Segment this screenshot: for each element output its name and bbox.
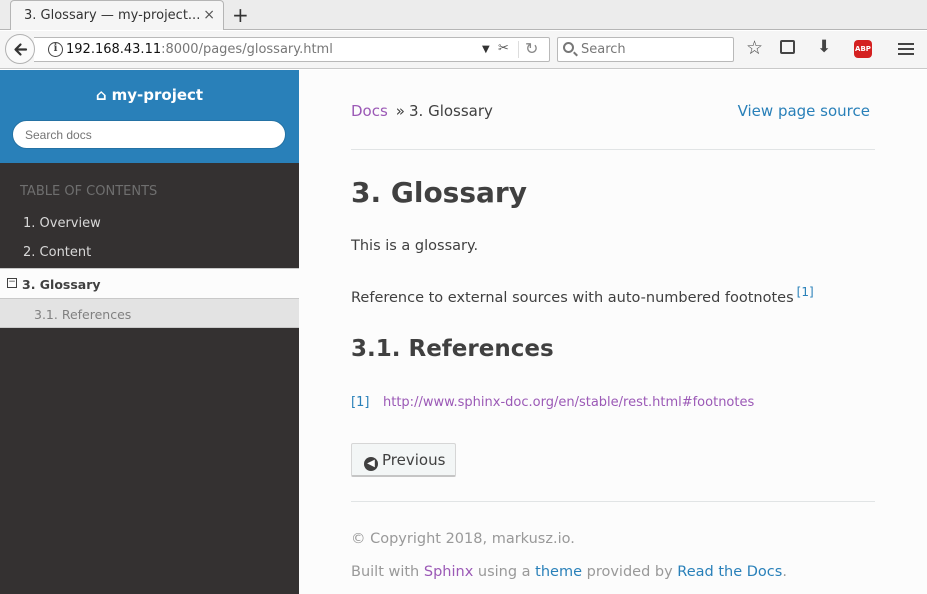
search-placeholder: Search: [581, 42, 626, 57]
info-icon[interactable]: i: [48, 42, 63, 57]
new-tab-button[interactable]: +: [232, 3, 249, 27]
search-docs-input[interactable]: [12, 120, 286, 149]
back-button[interactable]: [5, 34, 35, 64]
search-icon: [563, 42, 574, 53]
breadcrumb-current: 3. Glossary: [408, 102, 493, 120]
breadcrumb-docs-link[interactable]: Docs: [351, 102, 388, 120]
divider: [518, 41, 519, 58]
divider: [351, 501, 875, 502]
project-name: my-project: [111, 86, 204, 104]
sidebar-item-glossary[interactable]: − 3. Glossary: [0, 268, 299, 298]
footnote-number-link[interactable]: [1]: [351, 395, 369, 410]
library-icon[interactable]: [780, 40, 795, 54]
footer-text: .: [782, 564, 787, 580]
chevron-down-icon[interactable]: ▼: [482, 44, 490, 55]
url-path: :8000/pages/glossary.html: [161, 42, 333, 57]
footnote-reference-link[interactable]: [1]: [797, 285, 814, 299]
footer-text: using a: [477, 564, 531, 580]
navigation-toolbar: 192.168.43.11:8000/pages/glossary.html i…: [0, 31, 927, 69]
browser-search-input[interactable]: Search: [557, 37, 734, 62]
view-source-link[interactable]: View page source: [738, 102, 870, 120]
breadcrumb: Docs » 3. Glossary: [351, 102, 493, 120]
footnote-url-link[interactable]: http://www.sphinx-doc.org/en/stable/rest…: [383, 395, 754, 410]
section-title: 3.1. References: [351, 336, 554, 362]
page-title: 3. Glossary: [351, 176, 527, 209]
url-text[interactable]: 192.168.43.11:8000/pages/glossary.html: [66, 42, 333, 57]
previous-label: Previous: [382, 451, 446, 469]
close-icon[interactable]: ×: [203, 7, 215, 23]
sidebar-header: ⌂ my-project: [0, 70, 299, 163]
previous-button[interactable]: ◀ Previous: [351, 443, 456, 477]
main-content: Docs» 3. Glossary View page source 3. Glo…: [299, 70, 927, 594]
arrow-circle-left-icon: ◀: [364, 457, 378, 471]
paragraph: Reference to external sources with auto-…: [351, 285, 814, 306]
sidebar: ⌂my-project TABLE OF CONTENTS 1. Overvie…: [0, 70, 299, 594]
url-host: 192.168.43.11: [66, 42, 162, 57]
project-home-link[interactable]: ⌂ my-project: [0, 86, 299, 104]
sidebar-item-label: 3. Glossary: [22, 277, 101, 292]
footer-text: provided by: [586, 564, 673, 580]
home-icon: ⌂: [95, 86, 107, 104]
adblock-icon[interactable]: ABP: [854, 40, 872, 58]
divider: [351, 149, 875, 150]
menu-icon[interactable]: [898, 43, 914, 58]
footer-text: Built with: [351, 564, 420, 580]
browser-tab[interactable]: 3. Glossary — my-project... ×: [10, 0, 224, 30]
download-icon[interactable]: ⬇: [817, 37, 831, 57]
sidebar-item-overview[interactable]: 1. Overview: [23, 216, 101, 231]
toc-caption: TABLE OF CONTENTS: [20, 184, 158, 199]
bookmark-star-icon[interactable]: ☆: [746, 37, 763, 59]
sidebar-item-references[interactable]: 3.1. References: [0, 298, 299, 328]
paragraph: This is a glossary.: [351, 238, 479, 254]
breadcrumb-separator: »: [395, 102, 405, 120]
copyright: © Copyright 2018, markusz.io.: [351, 531, 575, 547]
sidebar-item-label: 3.1. References: [34, 307, 132, 322]
read-the-docs-link[interactable]: Read the Docs: [677, 564, 782, 580]
reload-icon[interactable]: ↻: [525, 39, 538, 58]
built-with-footer: Built with Sphinx using a theme provided…: [351, 564, 787, 580]
collapse-icon[interactable]: −: [7, 278, 17, 288]
arrow-left-icon: [14, 43, 28, 56]
reader-mode-icon[interactable]: ✂: [498, 41, 509, 56]
sphinx-link[interactable]: Sphinx: [424, 564, 473, 580]
tab-bar: 3. Glossary — my-project... × +: [0, 0, 927, 30]
paragraph-text: Reference to external sources with auto-…: [351, 290, 794, 306]
url-bar[interactable]: 192.168.43.11:8000/pages/glossary.html i…: [34, 37, 550, 62]
tab-title: 3. Glossary — my-project...: [24, 8, 199, 23]
sidebar-item-content[interactable]: 2. Content: [23, 245, 91, 260]
theme-link[interactable]: theme: [535, 564, 582, 580]
